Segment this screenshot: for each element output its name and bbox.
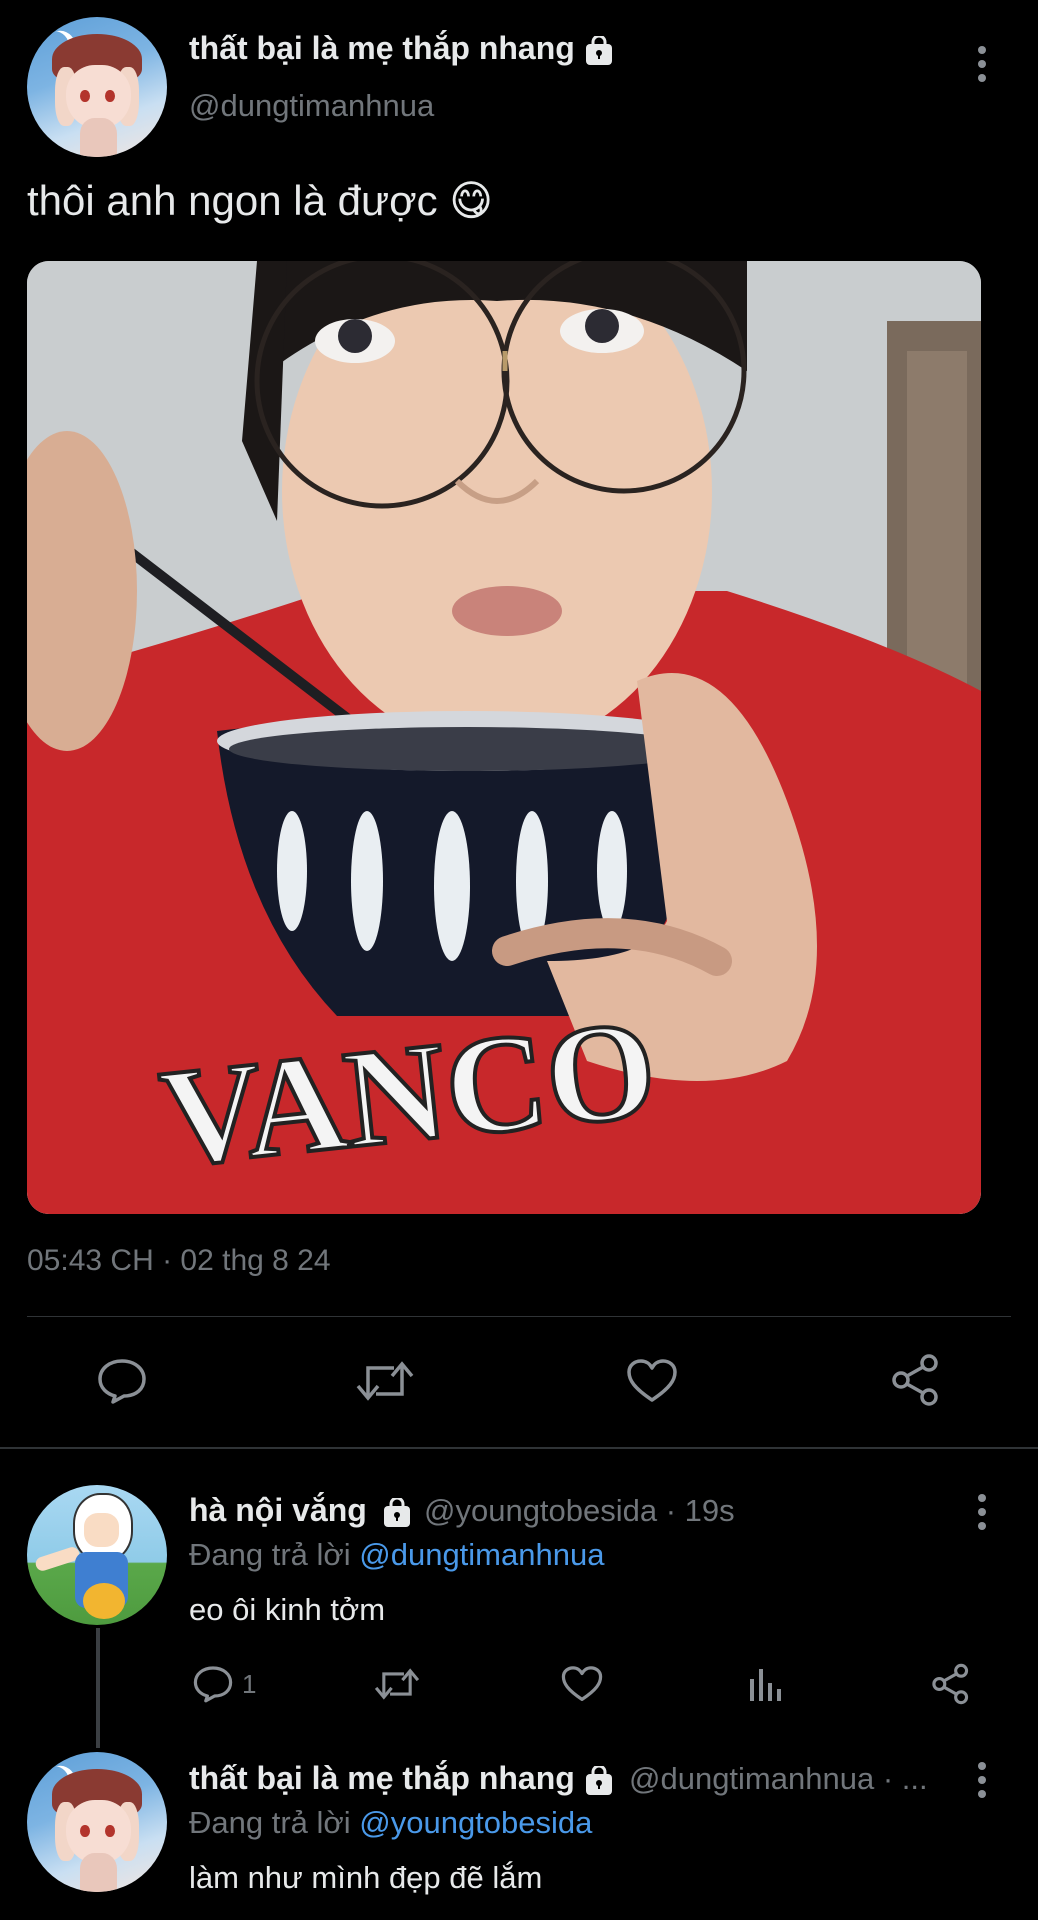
lock-icon xyxy=(382,1496,412,1528)
divider xyxy=(27,1316,1011,1317)
tweet-timestamp[interactable]: 05:43 CH · 02 thg 8 24 xyxy=(27,1244,331,1278)
reply-text: eo ôi kinh tởm xyxy=(189,1592,386,1627)
reply-avatar[interactable] xyxy=(27,1485,167,1625)
lock-icon xyxy=(584,34,614,66)
share-icon[interactable] xyxy=(886,1352,946,1408)
replying-to-prefix: Đang trả lời xyxy=(189,1805,351,1840)
author-name[interactable]: thất bại là mẹ thắp nhang xyxy=(189,30,614,67)
replying-to-prefix: Đang trả lời xyxy=(189,1537,351,1572)
retweet-icon[interactable] xyxy=(372,1664,422,1704)
mention-link[interactable]: @dungtimanhnua xyxy=(359,1537,604,1572)
reply-text: làm như mình đẹp đẽ lắm xyxy=(189,1860,543,1895)
reply-icon[interactable] xyxy=(192,1663,234,1705)
more-options-icon[interactable] xyxy=(977,1494,987,1530)
tweet-photo[interactable]: VANCO xyxy=(27,261,981,1214)
thread-line xyxy=(96,1628,100,1748)
like-icon[interactable] xyxy=(622,1356,682,1406)
share-icon[interactable] xyxy=(929,1662,973,1706)
views-icon[interactable] xyxy=(745,1664,785,1704)
tweet-text: thôi anh ngon là được 😋 xyxy=(27,176,493,225)
lock-icon xyxy=(584,1764,614,1796)
reply-count: 1 xyxy=(242,1669,257,1699)
reply-author-name-text: hà nội vắng xyxy=(189,1492,367,1528)
reply-author-name[interactable]: thất bại là mẹ thắp nhang xyxy=(189,1760,614,1797)
more-options-icon[interactable] xyxy=(977,46,987,82)
reply-avatar[interactable] xyxy=(27,1752,167,1892)
replying-to: Đang trả lời @youngtobesida xyxy=(189,1805,592,1841)
section-divider xyxy=(0,1447,1038,1449)
mention-link[interactable]: @youngtobesida xyxy=(359,1805,592,1840)
reply-author-name-text: thất bại là mẹ thắp nhang xyxy=(189,1760,575,1796)
more-options-icon[interactable] xyxy=(977,1762,987,1798)
like-icon[interactable] xyxy=(560,1664,604,1704)
author-name-text: thất bại là mẹ thắp nhang xyxy=(189,30,575,66)
tweet-text-content: thôi anh ngon là được 😋 xyxy=(27,177,494,224)
reply-icon[interactable] xyxy=(92,1356,152,1406)
author-handle[interactable]: @dungtimanhnua xyxy=(189,88,434,124)
replying-to: Đang trả lời @dungtimanhnua xyxy=(189,1537,604,1573)
reply-handle-meta[interactable]: @youngtobesida · 19s xyxy=(424,1493,735,1529)
reply-author-name[interactable]: hà nội vắng xyxy=(189,1492,412,1529)
tweet-detail-page: thất bại là mẹ thắp nhang @dungtimanhnua… xyxy=(0,0,1038,1920)
retweet-icon[interactable] xyxy=(352,1356,418,1406)
author-avatar[interactable] xyxy=(27,17,167,157)
tweet-photo-illustration: VANCO xyxy=(27,261,981,1214)
reply-handle-meta[interactable]: @dungtimanhnua · ... xyxy=(629,1761,928,1797)
